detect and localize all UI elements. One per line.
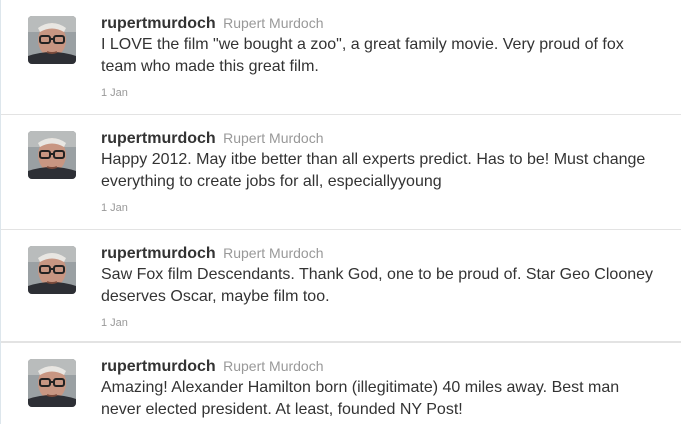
full-name-link[interactable]: Rupert Murdoch	[223, 130, 323, 146]
avatar[interactable]	[28, 359, 76, 407]
tweet-item[interactable]: rupertmurdoch Rupert Murdoch Amazing! Al…	[1, 342, 681, 424]
avatar[interactable]	[28, 131, 76, 179]
avatar-image	[28, 246, 76, 294]
full-name-link[interactable]: Rupert Murdoch	[223, 358, 323, 374]
full-name-link[interactable]: Rupert Murdoch	[223, 15, 323, 31]
tweet-header: rupertmurdoch Rupert Murdoch	[101, 243, 324, 264]
screen-name-link[interactable]: rupertmurdoch	[101, 130, 216, 147]
tweet-text: Amazing! Alexander Hamilton born (illegi…	[101, 379, 620, 418]
avatar[interactable]	[28, 16, 76, 64]
avatar[interactable]	[28, 246, 76, 294]
timestamp-link[interactable]: 1 Jan	[101, 87, 128, 99]
screen-name-link[interactable]: rupertmurdoch	[101, 15, 216, 32]
screen-name-link[interactable]: rupertmurdoch	[101, 245, 216, 262]
tweet-header: rupertmurdoch Rupert Murdoch	[101, 13, 324, 34]
tweet-text: I LOVE the film "we bought a zoo", a gre…	[101, 36, 624, 75]
tweet-item[interactable]: rupertmurdoch Rupert Murdoch I LOVE the …	[1, 0, 681, 115]
tweet-header: rupertmurdoch Rupert Murdoch	[101, 356, 324, 377]
avatar-image	[28, 16, 76, 64]
timestamp-link[interactable]: 1 Jan	[101, 317, 128, 329]
tweet-timeline: rupertmurdoch Rupert Murdoch I LOVE the …	[0, 0, 681, 424]
tweet-text: Saw Fox film Descendants. Thank God, one…	[101, 266, 654, 305]
screen-name-link[interactable]: rupertmurdoch	[101, 358, 216, 375]
tweet-item[interactable]: rupertmurdoch Rupert Murdoch Saw Fox fil…	[1, 230, 681, 342]
avatar-image	[28, 359, 76, 407]
tweet-item[interactable]: rupertmurdoch Rupert Murdoch Happy 2012.…	[1, 115, 681, 230]
tweet-text: Happy 2012. May itbe better than all exp…	[101, 151, 646, 190]
full-name-link[interactable]: Rupert Murdoch	[223, 245, 323, 261]
avatar-image	[28, 131, 76, 179]
timestamp-link[interactable]: 1 Jan	[101, 202, 128, 214]
tweet-header: rupertmurdoch Rupert Murdoch	[101, 128, 324, 149]
